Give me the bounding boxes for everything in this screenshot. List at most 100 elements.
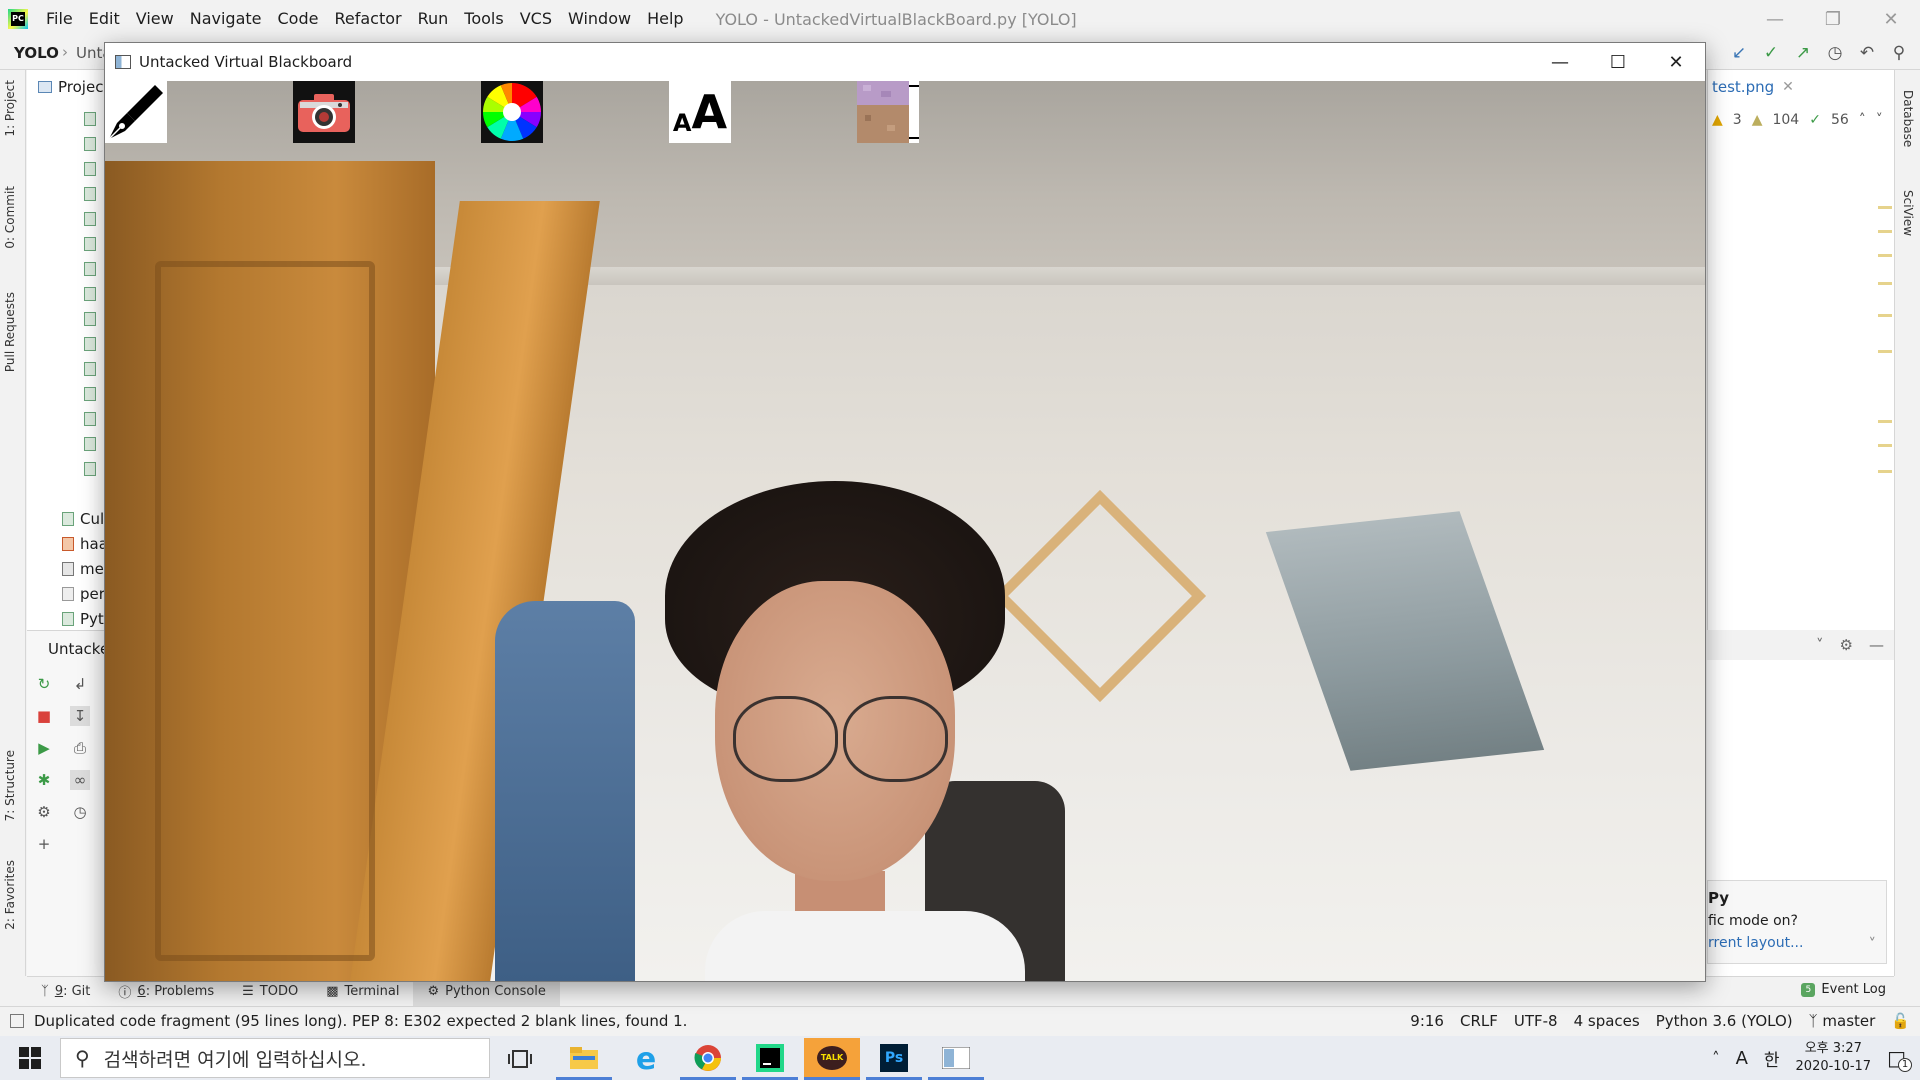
error-stripe-mark[interactable] [1878,470,1892,473]
menu-run[interactable]: Run [410,0,457,38]
chrome-icon[interactable] [680,1038,736,1080]
menu-window[interactable]: Window [560,0,639,38]
debug-icon[interactable]: ✱ [34,770,54,790]
ime-mode-icon[interactable]: A [1736,1048,1748,1069]
caret-position[interactable]: 9:16 [1410,1012,1444,1030]
python-file-icon[interactable] [84,412,96,426]
breadcrumb-project[interactable]: YOLO [14,44,59,62]
tool-window-structure[interactable]: 7: Structure [3,750,17,821]
settings-icon[interactable]: ⚙ [34,802,54,822]
run-panel-tab[interactable]: Untacke [48,640,109,658]
menu-tools[interactable]: Tools [456,0,511,38]
balloon-link[interactable]: rrent layout... [1708,935,1803,951]
scroll-to-end-icon[interactable]: ↧ [70,706,90,726]
layout-toggle-icon[interactable] [10,1014,24,1028]
tool-window-project[interactable]: 1: Project [3,80,17,137]
lock-icon[interactable]: 🔓 [1891,1012,1910,1030]
menu-edit[interactable]: Edit [81,0,128,38]
indent-setting[interactable]: 4 spaces [1574,1012,1640,1030]
menu-vcs[interactable]: VCS [512,0,560,38]
pen-tool-button[interactable] [105,81,167,143]
error-stripe-mark[interactable] [1878,230,1892,233]
tree-item[interactable]: Cul [62,510,104,528]
tool-window-sciview[interactable]: SciView [1901,190,1915,236]
vcs-history-icon[interactable]: ◷ [1824,42,1846,64]
internet-explorer-icon[interactable]: e [618,1038,674,1080]
line-separator[interactable]: CRLF [1460,1012,1498,1030]
run-icon[interactable]: ▶ [34,738,54,758]
python-file-icon[interactable] [84,137,96,151]
python-file-icon[interactable] [84,337,96,351]
error-stripe-mark[interactable] [1878,206,1892,209]
vcs-push-icon[interactable]: ↗ [1792,42,1814,64]
taskbar-clock[interactable]: 오후 3:27 2020-10-17 [1796,1040,1872,1076]
tool-window-pull-requests[interactable]: Pull Requests [3,292,17,372]
event-log-button[interactable]: 5 Event Log [1801,982,1886,997]
tree-item[interactable]: haa [62,535,108,553]
editor-tab[interactable]: test.png ✕ [1712,78,1794,96]
tool-window-commit[interactable]: 0: Commit [3,186,17,249]
inspection-widget[interactable]: ▲ 3 ▲ 104 ✓ 56 ˄ ˅ [1712,112,1883,128]
python-file-icon[interactable] [84,462,96,476]
menu-refactor[interactable]: Refactor [326,0,409,38]
print-icon[interactable]: ⎙ [70,738,90,758]
action-center-icon[interactable]: □ 1 [1887,1046,1912,1072]
color-picker-button[interactable] [481,81,543,143]
history-icon[interactable]: ◷ [70,802,90,822]
python-file-icon[interactable] [84,362,96,376]
menu-file[interactable]: File [38,0,81,38]
ide-restore-button[interactable]: ❐ [1804,0,1862,38]
kakaotalk-icon[interactable]: TALK [804,1038,860,1080]
project-panel-header[interactable]: Projec [38,78,103,96]
vcs-rollback-icon[interactable]: ↶ [1856,42,1878,64]
python-file-icon[interactable] [84,212,96,226]
ide-minimize-button[interactable]: — [1746,0,1804,38]
opencv-window-icon[interactable] [928,1038,984,1080]
python-file-icon[interactable] [84,437,96,451]
error-stripe-mark[interactable] [1878,254,1892,257]
add-icon[interactable]: + [34,834,54,854]
file-encoding[interactable]: UTF-8 [1514,1012,1558,1030]
python-file-icon[interactable] [84,237,96,251]
tree-item[interactable]: Pyt [62,610,104,628]
python-file-icon[interactable] [84,162,96,176]
rerun-icon[interactable]: ↻ [34,674,54,694]
python-file-icon[interactable] [84,312,96,326]
git-branch[interactable]: ᛉ master [1809,1012,1876,1030]
close-tab-icon[interactable]: ✕ [1782,79,1794,95]
soft-wrap-icon[interactable]: ↲ [70,674,90,694]
text-tool-button[interactable]: A A [669,81,731,143]
python-file-icon[interactable] [84,287,96,301]
python-interpreter[interactable]: Python 3.6 (YOLO) [1656,1012,1793,1030]
error-stripe-mark[interactable] [1878,350,1892,353]
menu-help[interactable]: Help [639,0,691,38]
python-file-icon[interactable] [84,112,96,126]
tree-item[interactable]: me [62,560,104,578]
tool-window-database[interactable]: Database [1901,90,1915,147]
hide-panel-icon[interactable]: — [1869,636,1884,654]
minimize-button[interactable]: — [1531,43,1589,81]
tray-expand-icon[interactable]: ˄ [1712,1049,1720,1067]
close-button[interactable]: ✕ [1647,43,1705,81]
error-stripe-mark[interactable] [1878,420,1892,423]
chevron-down-icon[interactable]: ˅ [1876,112,1883,128]
python-file-icon[interactable] [84,387,96,401]
python-file-icon[interactable] [84,187,96,201]
error-stripe-mark[interactable] [1878,282,1892,285]
taskbar-search-box[interactable]: ⚲ 검색하려면 여기에 입력하십시오. [60,1038,490,1078]
chevron-down-icon[interactable]: ˅ [1869,935,1877,953]
error-stripe-mark[interactable] [1878,314,1892,317]
tool-window-favorites[interactable]: 2: Favorites [3,860,17,930]
camera-tool-button[interactable] [293,81,355,143]
chevron-up-icon[interactable]: ˄ [1859,112,1866,128]
menu-navigate[interactable]: Navigate [182,0,270,38]
stop-icon[interactable]: ■ [34,706,54,726]
tree-item[interactable]: per [62,585,105,603]
chevron-down-icon[interactable]: ˅ [1816,636,1824,654]
status-message[interactable]: Duplicated code fragment (95 lines long)… [34,1012,687,1030]
windows-start-button[interactable] [0,1036,60,1080]
photoshop-icon[interactable]: Ps [866,1038,922,1080]
python-file-icon[interactable] [84,262,96,276]
ime-language-indicator[interactable]: 한 [1764,1046,1780,1071]
webcam-canvas[interactable]: A A [105,81,1705,981]
